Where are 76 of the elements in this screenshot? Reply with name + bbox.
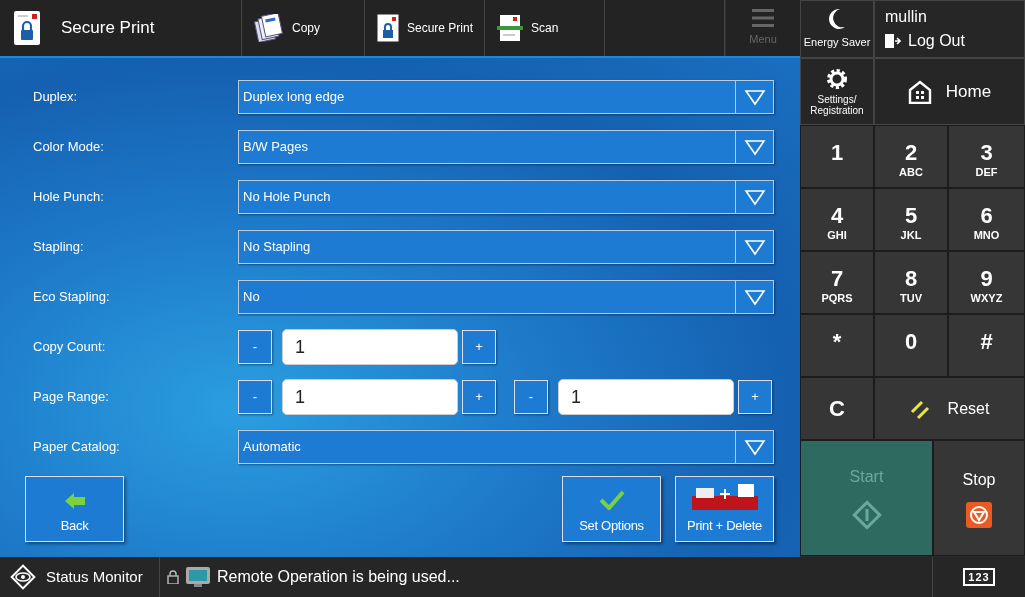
- eye-diamond-icon: [10, 564, 36, 590]
- keypad-key[interactable]: *: [800, 314, 874, 377]
- documents-icon: [254, 14, 284, 42]
- logout-icon: [885, 33, 901, 49]
- keypad-key[interactable]: 5 JKL: [874, 188, 948, 251]
- field-label: Eco Stapling:: [32, 288, 111, 307]
- user-name: mullin: [885, 7, 927, 27]
- scanner-document-icon: [497, 14, 523, 42]
- stop-button[interactable]: Stop: [933, 440, 1025, 556]
- lock-icon: [167, 570, 179, 584]
- keypad-key[interactable]: 2 ABC: [874, 125, 948, 188]
- back-button[interactable]: Back: [25, 476, 124, 542]
- gear-icon: [825, 66, 849, 91]
- keypad-key[interactable]: 7 PQRS: [800, 251, 874, 314]
- tab[interactable]: Secure Print: [365, 0, 485, 56]
- field-label: Page Range:: [32, 388, 110, 407]
- keypad-key[interactable]: #: [948, 314, 1025, 377]
- print-delete-button[interactable]: Print + Delete: [675, 476, 774, 542]
- plus-button[interactable]: +: [462, 380, 496, 414]
- arrow-left-icon: [64, 491, 85, 510]
- status-message: Remote Operation is being used...: [217, 567, 460, 587]
- number-field[interactable]: 1: [282, 379, 458, 415]
- dropdown[interactable]: No: [238, 280, 774, 314]
- number-field[interactable]: 1: [558, 379, 734, 415]
- dropdown-arrow-icon: [743, 238, 766, 256]
- field-label: Duplex:: [32, 88, 79, 107]
- field-label: Color Mode:: [32, 138, 105, 157]
- field-label: Stapling:: [32, 238, 85, 257]
- dropdown-arrow-icon: [743, 438, 766, 456]
- field-label: Copy Count:: [32, 338, 107, 357]
- dropdown[interactable]: No Stapling: [238, 230, 774, 264]
- dropdown-arrow-icon: [743, 88, 766, 106]
- dropdown[interactable]: Automatic: [238, 430, 774, 464]
- keypad-key[interactable]: 8 TUV: [874, 251, 948, 314]
- dropdown[interactable]: No Hole Punch: [238, 180, 774, 214]
- plus-button[interactable]: +: [462, 330, 496, 364]
- stop-icon: [966, 502, 992, 528]
- plus-button[interactable]: +: [738, 380, 772, 414]
- number-field[interactable]: 1: [282, 329, 458, 365]
- minus-button[interactable]: -: [514, 380, 548, 414]
- dropdown[interactable]: B/W Pages: [238, 130, 774, 164]
- energy-saver-button[interactable]: Energy Saver: [800, 0, 874, 58]
- moon-icon: [828, 7, 846, 30]
- document-lock-icon: [13, 10, 41, 46]
- minus-button[interactable]: -: [238, 330, 272, 364]
- field-label: Paper Catalog:: [32, 438, 121, 457]
- set-options-button[interactable]: Set Options: [562, 476, 661, 542]
- dropdown-arrow-icon: [743, 288, 766, 306]
- document-lock-icon: [377, 14, 399, 42]
- keypad-key[interactable]: 1: [800, 125, 874, 188]
- monitor-icon: [186, 567, 210, 587]
- print-delete-icon: [691, 483, 758, 510]
- menu-icon: [752, 8, 774, 27]
- screen-title: Secure Print: [61, 17, 155, 40]
- settings-button[interactable]: Settings/ Registration: [800, 58, 874, 125]
- keypad-key[interactable]: 3 DEF: [948, 125, 1025, 188]
- tab[interactable]: Copy: [242, 0, 365, 56]
- tab[interactable]: Scan: [485, 0, 605, 56]
- keypad-key[interactable]: 9 WXYZ: [948, 251, 1025, 314]
- reset-button[interactable]: Reset: [874, 377, 1025, 440]
- keyboard-button[interactable]: 123: [963, 568, 995, 586]
- clear-key[interactable]: C: [800, 377, 874, 440]
- keypad-key[interactable]: 6 MNO: [948, 188, 1025, 251]
- dropdown-arrow-icon: [743, 138, 766, 156]
- checkmark-icon: [598, 489, 625, 510]
- diamond-icon: [850, 499, 883, 531]
- status-monitor-button[interactable]: Status Monitor: [0, 557, 160, 597]
- home-icon: [907, 79, 932, 104]
- home-button[interactable]: Home: [874, 58, 1025, 125]
- minus-button[interactable]: -: [238, 380, 272, 414]
- keypad-key[interactable]: 0: [874, 314, 948, 377]
- field-label: Hole Punch:: [32, 188, 105, 207]
- dropdown[interactable]: Duplex long edge: [238, 80, 774, 114]
- logout-button[interactable]: Log Out: [885, 29, 965, 53]
- keypad-key[interactable]: 4 GHI: [800, 188, 874, 251]
- dropdown-arrow-icon: [743, 188, 766, 206]
